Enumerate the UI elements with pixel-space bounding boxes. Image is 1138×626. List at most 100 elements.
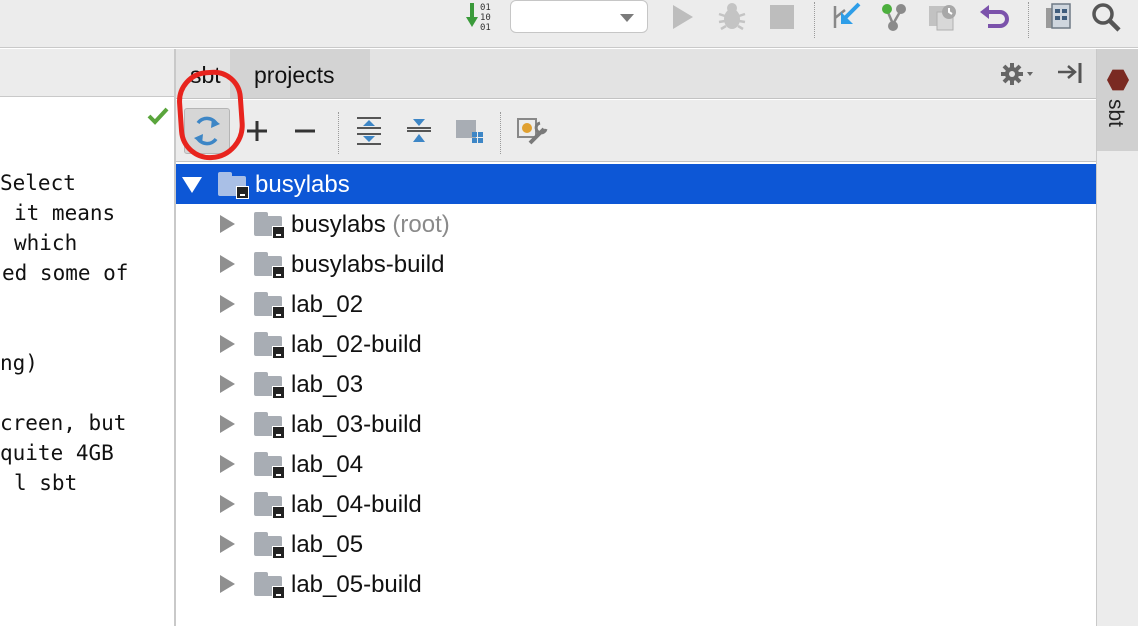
tree-row-label: lab_02-build: [291, 331, 422, 358]
sbt-icon: [1107, 69, 1129, 91]
remove-button[interactable]: [282, 108, 328, 154]
collapse-all-button[interactable]: [396, 108, 442, 154]
module-folder-icon: [254, 572, 286, 599]
project-structure-icon[interactable]: [1038, 0, 1078, 34]
add-button[interactable]: [234, 108, 280, 154]
vcs-compare-icon[interactable]: [922, 0, 962, 34]
tree-row-label: busylabs-build: [291, 251, 445, 278]
expand-all-button[interactable]: [346, 108, 392, 154]
code-line: l sbt: [14, 471, 78, 495]
tree-row-label: lab_04: [291, 451, 364, 478]
code-line: it means: [14, 201, 116, 225]
tree-row[interactable]: lab_04: [176, 444, 1096, 484]
stop-icon[interactable]: [764, 0, 800, 34]
run-icon[interactable]: [664, 0, 700, 34]
collapsed-arrow-icon[interactable]: [220, 295, 235, 313]
collapsed-arrow-icon[interactable]: [220, 335, 235, 353]
module-folder-icon: [254, 492, 286, 519]
minus-icon: [295, 129, 315, 133]
toolbar-separator: [814, 2, 815, 38]
run-config-dropdown[interactable]: [510, 0, 648, 33]
binary-download-icon[interactable]: 01 10 01: [462, 0, 502, 34]
undo-icon[interactable]: [974, 0, 1014, 34]
check-icon: [147, 107, 169, 125]
search-icon[interactable]: [1086, 0, 1126, 34]
toolbar-separator: [1028, 2, 1029, 38]
tree-row[interactable]: busylabs (root): [176, 204, 1096, 244]
code-editor[interactable]: Select it means which ed some of ng) cre…: [0, 98, 175, 626]
tree-row-label: busylabs: [255, 171, 350, 198]
sbt-actions-toolbar: [176, 100, 1096, 162]
module-folder-icon: [254, 532, 286, 559]
modules-icon: [456, 120, 483, 143]
tab-sbt[interactable]: sbt: [190, 49, 221, 98]
code-line: ed some of: [2, 261, 129, 285]
plus-icon: [247, 121, 267, 141]
module-folder-icon: [254, 412, 286, 439]
tree-row[interactable]: busylabs-build: [176, 244, 1096, 284]
toolbar-separator: [338, 112, 339, 154]
collapsed-arrow-icon[interactable]: [220, 575, 235, 593]
tree-row[interactable]: lab_02: [176, 284, 1096, 324]
sbt-tool-window-header: sbt projects: [176, 49, 1096, 99]
editor-tab-bar: [0, 49, 175, 97]
sbt-side-label: sbt: [1104, 99, 1127, 128]
collapse-all-icon: [407, 119, 431, 142]
right-tool-stripe: sbt: [1097, 49, 1138, 626]
wrench-icon: [517, 118, 548, 145]
sbt-projects-tree[interactable]: busylabs busylabs (root) busylabs-build …: [176, 164, 1096, 626]
group-modules-button[interactable]: [446, 108, 492, 154]
tree-row-label: lab_03: [291, 371, 364, 398]
vcs-update-icon[interactable]: [826, 0, 866, 34]
expand-all-icon: [357, 117, 381, 145]
tree-row[interactable]: lab_03-build: [176, 404, 1096, 444]
tree-row[interactable]: lab_03: [176, 364, 1096, 404]
code-line: Select: [0, 171, 76, 195]
chevron-down-icon: [620, 14, 634, 22]
tree-row-label: lab_02: [291, 291, 364, 318]
tree-row[interactable]: lab_04-build: [176, 484, 1096, 524]
code-line: ng): [0, 351, 38, 375]
expand-arrow-icon[interactable]: [182, 177, 202, 193]
collapsed-arrow-icon[interactable]: [220, 535, 235, 553]
code-line: which: [14, 231, 78, 255]
module-folder-icon: [254, 332, 286, 359]
root-suffix: (root): [392, 211, 450, 238]
module-folder-icon: [254, 292, 286, 319]
sbt-settings-button[interactable]: [508, 108, 554, 154]
module-folder-icon: [254, 252, 286, 279]
toolbar-separator: [500, 112, 501, 154]
module-folder-icon: [254, 452, 286, 479]
tree-row-label: busylabs (root): [291, 211, 450, 238]
sbt-side-tab[interactable]: sbt: [1097, 49, 1138, 151]
collapsed-arrow-icon[interactable]: [220, 415, 235, 433]
collapsed-arrow-icon[interactable]: [220, 495, 235, 513]
code-line: quite 4GB: [0, 441, 114, 465]
tree-row[interactable]: lab_05: [176, 524, 1096, 564]
collapsed-arrow-icon[interactable]: [220, 375, 235, 393]
refresh-button[interactable]: [184, 108, 230, 154]
tree-row-root[interactable]: busylabs: [176, 164, 1096, 204]
debug-icon[interactable]: [712, 0, 752, 34]
collapsed-arrow-icon[interactable]: [220, 255, 235, 273]
module-folder-icon: [218, 172, 250, 199]
tree-row-label: lab_04-build: [291, 491, 422, 518]
tree-row-label: lab_03-build: [291, 411, 422, 438]
refresh-icon: [194, 116, 220, 146]
hide-panel-icon[interactable]: [1056, 59, 1086, 87]
main-toolbar: 01 10 01: [0, 0, 1138, 48]
tree-row[interactable]: lab_02-build: [176, 324, 1096, 364]
binary-digit-3: 01: [480, 23, 491, 33]
gear-icon[interactable]: [1000, 61, 1040, 87]
code-line: creen, but: [0, 411, 127, 435]
module-folder-icon: [254, 212, 286, 239]
tab-projects[interactable]: projects: [230, 49, 370, 98]
vcs-commit-icon[interactable]: [874, 0, 914, 34]
binary-digit-2: 10: [480, 13, 491, 23]
collapsed-arrow-icon[interactable]: [220, 455, 235, 473]
collapsed-arrow-icon[interactable]: [220, 215, 235, 233]
tree-row-label: lab_05-build: [291, 571, 422, 598]
tree-row[interactable]: lab_05-build: [176, 564, 1096, 604]
module-folder-icon: [254, 372, 286, 399]
tree-row-label: lab_05: [291, 531, 364, 558]
